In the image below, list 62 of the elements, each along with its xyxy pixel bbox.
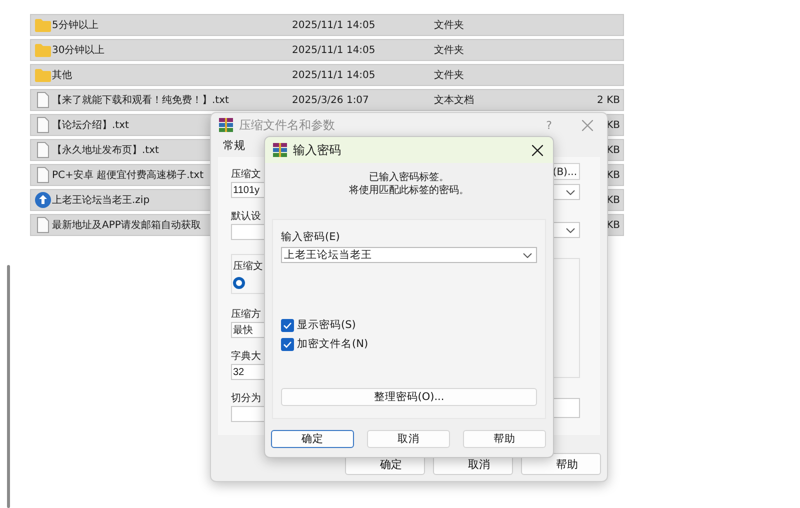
field-label: 字典大: [231, 350, 262, 364]
file-name: 【永久地址发布页】.txt: [52, 145, 159, 156]
password-combo[interactable]: 上老王论坛当老王: [281, 247, 537, 263]
folder-icon: [34, 68, 50, 82]
message-text: 已输入密码标签。: [369, 171, 449, 184]
file-name: 【论坛介绍】.txt: [52, 120, 129, 131]
scrollbar[interactable]: [7, 265, 10, 508]
window-title: 压缩文件名和参数: [239, 116, 335, 134]
organize-passwords-button[interactable]: 整理密码(O)...: [281, 388, 537, 406]
file-row[interactable]: 5分钟以上 2025/11/1 14:05 文件夹: [30, 14, 624, 36]
file-name: 最新地址及APP请发邮箱自动获取: [52, 220, 201, 231]
field-label: 切分为: [231, 392, 262, 406]
file-name: 5分钟以上: [52, 20, 98, 31]
app-logo-icon: [273, 143, 287, 157]
file-name: 【来了就能下载和观看！纯免费！】.txt: [52, 95, 229, 106]
file-row[interactable]: 30分钟以上 2025/11/1 14:05 文件夹: [30, 39, 624, 61]
field-label: 默认设: [231, 210, 262, 224]
checkbox-label: 显示密码(S): [297, 318, 356, 332]
tab[interactable]: 常规: [221, 136, 247, 157]
folder-icon: [34, 18, 50, 32]
checkbox-label: 加密文件名(N): [297, 337, 368, 351]
chevron-down-icon: [523, 252, 532, 258]
modified-date: 2025/11/1 14:05: [292, 44, 376, 56]
message-text: 将使用匹配此标签的密码。: [349, 184, 469, 197]
file-row[interactable]: 其他 2025/11/1 14:05 文件夹: [30, 64, 624, 86]
modified-date: 2025/3/26 1:07: [292, 94, 369, 106]
close-icon[interactable]: [532, 144, 543, 156]
file-name: 30分钟以上: [52, 45, 105, 56]
file-name: 其他: [52, 70, 72, 81]
document-icon: [36, 117, 48, 133]
window-title: 输入密码: [293, 142, 341, 158]
file-type: 文件夹: [434, 70, 464, 81]
field-label: 压缩方: [231, 308, 262, 322]
dialog-button[interactable]: 帮助: [463, 430, 546, 448]
checkmark-icon: [283, 340, 292, 348]
document-icon: [36, 217, 48, 233]
folder-icon: [34, 44, 50, 56]
file-type: 文件夹: [434, 45, 464, 56]
file-type: 文件夹: [434, 20, 464, 31]
file-name: PC+安卓 超便宜付费高速梯子.txt: [52, 170, 204, 181]
document-icon: [36, 167, 48, 183]
checkbox[interactable]: [281, 318, 294, 332]
document-icon: [36, 92, 48, 108]
file-type: 文本文档: [434, 95, 474, 106]
checkbox[interactable]: [281, 338, 294, 350]
file-row[interactable]: 【来了就能下载和观看！纯免费！】.txt 2025/3/26 1:07 文本文档 2 KB: [30, 89, 624, 111]
radio-button[interactable]: [233, 277, 245, 289]
checkmark-icon: [283, 322, 292, 328]
app-logo-icon: [219, 118, 233, 132]
field-label: 输入密码(E): [281, 230, 341, 244]
modified-date: 2025/11/1 14:05: [292, 20, 376, 30]
file-name: 上老王论坛当老王.zip: [52, 195, 150, 206]
chevron-down-icon: [566, 190, 575, 194]
file-size: 2 KB: [597, 94, 620, 106]
dialog-button[interactable]: 确定: [271, 430, 354, 448]
dialog-button[interactable]: 帮助: [521, 453, 601, 475]
group-label: 压缩文: [233, 261, 263, 272]
field-label: 压缩文: [231, 168, 262, 182]
chevron-down-icon: [566, 228, 575, 232]
modified-date: 2025/11/1 14:05: [292, 70, 376, 80]
document-icon: [36, 142, 48, 158]
dialog-button[interactable]: 取消: [367, 430, 450, 448]
